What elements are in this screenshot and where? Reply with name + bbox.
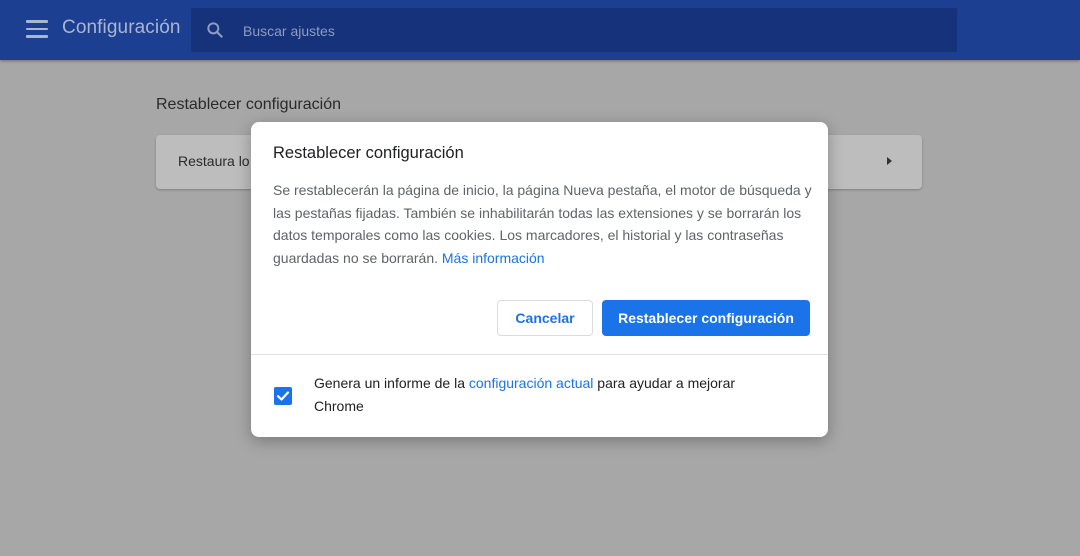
- search-box[interactable]: [191, 8, 957, 54]
- section-heading: Restablecer configuración: [156, 96, 341, 113]
- report-checkbox[interactable]: [274, 387, 292, 405]
- check-icon: [276, 391, 290, 401]
- page-title: Configuración: [62, 17, 181, 38]
- dialog-title: Restablecer configuración: [273, 144, 464, 162]
- reset-settings-button[interactable]: Restablecer configuración: [602, 300, 810, 336]
- dialog-divider: [251, 354, 828, 355]
- card-label: Restaura lo: [178, 153, 250, 169]
- top-app-bar: Configuración: [0, 0, 1080, 60]
- reset-settings-dialog: Restablecer configuración Se restablecer…: [251, 122, 828, 437]
- hamburger-menu-icon[interactable]: [26, 20, 48, 38]
- report-text: Genera un informe de la configuración ac…: [314, 372, 784, 417]
- caret-right-icon: [887, 157, 892, 165]
- current-settings-link[interactable]: configuración actual: [469, 375, 594, 391]
- search-icon: [207, 22, 223, 38]
- more-info-link[interactable]: Más información: [442, 250, 545, 266]
- search-input[interactable]: [241, 8, 945, 54]
- cancel-button[interactable]: Cancelar: [497, 300, 593, 336]
- report-text-before: Genera un informe de la: [314, 375, 465, 391]
- dialog-body: Se restablecerán la página de inicio, la…: [273, 179, 813, 269]
